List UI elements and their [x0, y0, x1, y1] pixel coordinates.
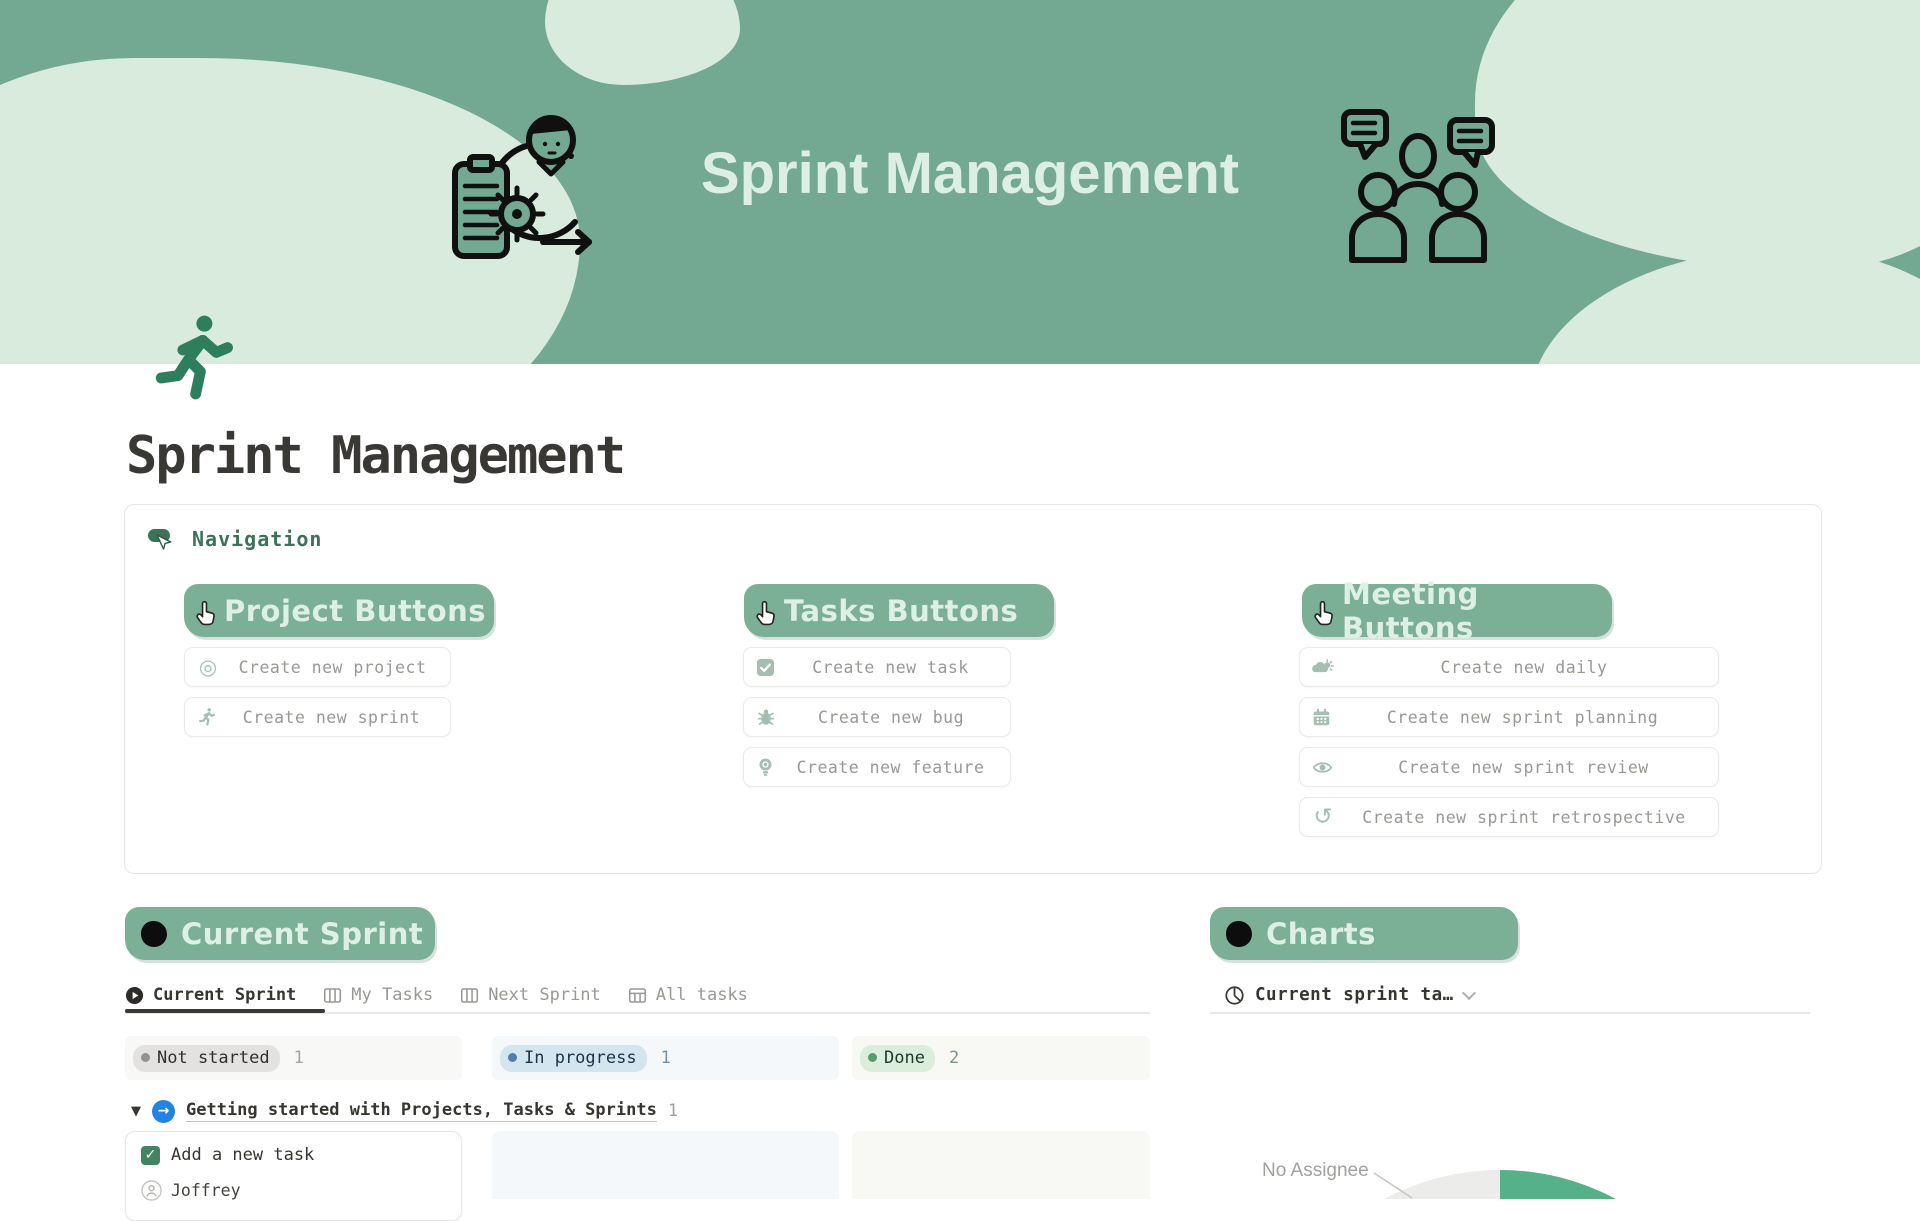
- meeting-buttons-pill[interactable]: Meeting Buttons: [1302, 584, 1612, 637]
- task-title[interactable]: Add a new task: [171, 1145, 314, 1165]
- runner-icon: [197, 707, 217, 727]
- current-sprint-section-label: Current Sprint: [181, 917, 423, 951]
- sprint-group-title[interactable]: Getting started with Projects, Tasks & S…: [186, 1100, 657, 1122]
- table-icon: [628, 986, 647, 1005]
- tab-my-tasks[interactable]: My Tasks: [323, 985, 433, 1005]
- column-count: 2: [949, 1048, 959, 1068]
- column-count: 1: [294, 1048, 304, 1068]
- hand-pointer-icon: [1310, 599, 1338, 629]
- sprint-cycle-illustration: [447, 100, 605, 268]
- charts-section-label: Charts: [1266, 917, 1376, 951]
- sprint-group-count: 1: [668, 1101, 678, 1121]
- active-tab-underline: [125, 1009, 325, 1013]
- assignee-name: Joffrey: [171, 1181, 241, 1200]
- checkbox-icon: [756, 658, 775, 677]
- black-dot-icon: [1226, 921, 1252, 947]
- sprint-group-row[interactable]: ▼ → Getting started with Projects, Tasks…: [131, 1096, 678, 1126]
- page-title: Sprint Management: [126, 426, 624, 486]
- navigation-header: Navigation: [146, 524, 322, 554]
- meeting-buttons-label: Meeting Buttons: [1342, 577, 1612, 645]
- board-icon: [460, 986, 479, 1005]
- status-dot-icon: [141, 1053, 150, 1062]
- banner-blob: [545, 0, 740, 85]
- status-dot-icon: [868, 1053, 877, 1062]
- pie-chart-icon: [1224, 985, 1245, 1006]
- status-dot-icon: [508, 1053, 517, 1062]
- bug-icon: [756, 707, 776, 727]
- status-badge: Not started: [133, 1045, 280, 1072]
- tab-next-sprint[interactable]: Next Sprint: [460, 985, 601, 1005]
- undo-icon: ↺: [1312, 806, 1334, 829]
- tasks-buttons-pill[interactable]: Tasks Buttons: [744, 584, 1054, 637]
- avatar: [141, 1180, 162, 1201]
- chevron-down-icon[interactable]: [1462, 985, 1476, 999]
- task-card[interactable]: ✓ Add a new task Joffrey: [125, 1131, 462, 1221]
- cover-banner: Sprint Management: [0, 0, 1920, 364]
- play-circle-icon: [125, 986, 144, 1005]
- banner-blob: [1475, 0, 1920, 270]
- task-checkbox[interactable]: ✓: [141, 1146, 160, 1165]
- tasks-buttons-label: Tasks Buttons: [784, 594, 1018, 628]
- board-icon: [323, 986, 342, 1005]
- hand-pointer-icon: [192, 599, 220, 629]
- charts-divider: [1210, 1012, 1810, 1014]
- status-badge: Done: [860, 1045, 935, 1072]
- create-new-sprint-review-button[interactable]: Create new sprint review: [1299, 747, 1719, 787]
- label-leader-line: [1374, 1173, 1412, 1198]
- cursor-click-icon: [146, 524, 176, 554]
- eye-icon: [1312, 758, 1333, 777]
- create-new-daily-button[interactable]: Create new daily: [1299, 647, 1719, 687]
- create-new-feature-button[interactable]: Create new feature: [743, 747, 1011, 787]
- view-tabs: Current Sprint My Tasks Next Sprint All …: [125, 980, 748, 1010]
- column-header-done[interactable]: Done 2: [852, 1036, 1150, 1080]
- create-new-sprint-planning-button[interactable]: Create new sprint planning: [1299, 697, 1719, 737]
- calendar-icon: [1312, 708, 1331, 727]
- tab-all-tasks[interactable]: All tasks: [628, 985, 748, 1005]
- assignee-donut-chart[interactable]: [1240, 1158, 1800, 1199]
- sprint-management-page: { "banner": { "title": "Sprint Managemen…: [0, 0, 1920, 1199]
- create-new-sprint-button[interactable]: Create new sprint: [184, 697, 451, 737]
- column-header-not-started[interactable]: Not started 1: [125, 1036, 462, 1080]
- chart-view-selector[interactable]: Current sprint ta…: [1224, 980, 1474, 1010]
- target-icon: ◎: [197, 657, 219, 678]
- create-new-bug-button[interactable]: Create new bug: [743, 697, 1011, 737]
- black-dot-icon: [141, 921, 167, 947]
- lightbulb-icon: [756, 757, 775, 777]
- charts-section-pill[interactable]: Charts: [1210, 907, 1518, 960]
- triangle-down-icon[interactable]: ▼: [131, 1104, 141, 1119]
- banner-title: Sprint Management: [640, 140, 1300, 207]
- chart-view-label: Current sprint ta…: [1255, 985, 1454, 1005]
- done-column-body: [852, 1131, 1150, 1199]
- tab-current-sprint[interactable]: Current Sprint: [125, 985, 296, 1005]
- hand-pointer-icon: [752, 599, 780, 629]
- banner-blob: [1530, 248, 1920, 364]
- arrow-circle-icon: →: [152, 1100, 175, 1123]
- project-buttons-label: Project Buttons: [224, 594, 486, 628]
- create-new-sprint-retrospective-button[interactable]: ↺ Create new sprint retrospective: [1299, 797, 1719, 837]
- navigation-header-label: Navigation: [192, 527, 322, 551]
- create-new-task-button[interactable]: Create new task: [743, 647, 1011, 687]
- column-header-in-progress[interactable]: In progress 1: [492, 1036, 839, 1080]
- meeting-illustration: [1338, 104, 1500, 266]
- project-buttons-pill[interactable]: Project Buttons: [184, 584, 494, 637]
- sun-cloud-icon: [1312, 657, 1334, 677]
- status-badge: In progress: [500, 1045, 647, 1072]
- current-sprint-section-pill[interactable]: Current Sprint: [125, 907, 435, 960]
- create-new-project-button[interactable]: ◎ Create new project: [184, 647, 451, 687]
- column-count: 1: [661, 1048, 671, 1068]
- page-icon-runner[interactable]: [146, 310, 242, 406]
- in-progress-column-body: [492, 1131, 839, 1199]
